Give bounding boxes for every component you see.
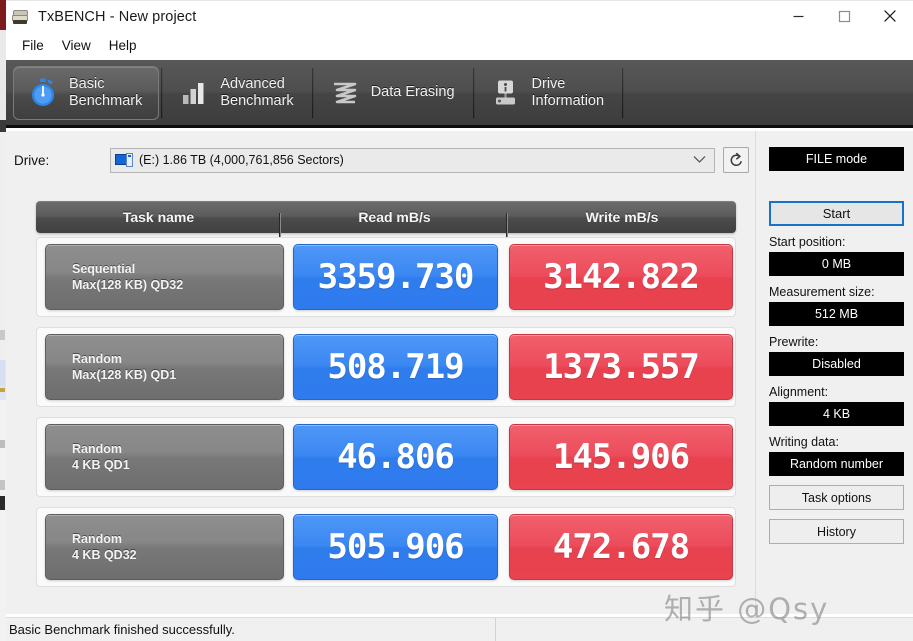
read-result-box: 3359.730 bbox=[293, 244, 498, 310]
shredder-icon bbox=[330, 77, 360, 109]
table-row: Random Max(128 KB) QD1 508.719 1373.557 bbox=[36, 327, 736, 407]
maximize-button[interactable] bbox=[821, 0, 867, 32]
txbench-window: TxBENCH - New project File View Help Bas… bbox=[0, 0, 913, 641]
panel-divider bbox=[755, 131, 756, 614]
minimize-button[interactable] bbox=[775, 0, 821, 32]
tab-divider bbox=[622, 67, 625, 118]
tab-bar: Basic Benchmark Advanced Benchmark Data … bbox=[3, 60, 913, 128]
task-name-label: Sequential Max(128 KB) QD32 bbox=[72, 262, 184, 292]
alignment-value[interactable]: 4 KB bbox=[769, 402, 904, 426]
close-button[interactable] bbox=[867, 0, 913, 32]
main-content: Drive: (E:) 1.86 TB (4,000,761,856 Secto… bbox=[3, 131, 913, 614]
tab-advanced-benchmark[interactable]: Advanced Benchmark bbox=[165, 66, 309, 120]
task-name-label: Random 4 KB QD1 bbox=[72, 442, 130, 472]
write-result-box: 472.678 bbox=[509, 514, 733, 580]
tab-basic-benchmark[interactable]: Basic Benchmark bbox=[13, 65, 160, 120]
drive-label: Drive: bbox=[14, 152, 50, 168]
tab-divider bbox=[311, 67, 314, 118]
mode-indicator[interactable]: FILE mode bbox=[769, 147, 904, 171]
close-icon bbox=[884, 10, 896, 22]
drive-selector-row: Drive: (E:) 1.86 TB (4,000,761,856 Secto… bbox=[14, 145, 749, 175]
write-value: 3142.822 bbox=[543, 257, 700, 297]
history-button[interactable]: History bbox=[769, 519, 904, 544]
app-icon bbox=[12, 8, 30, 26]
tab-drive-information-label: Drive Information bbox=[531, 76, 605, 109]
window-title: TxBENCH - New project bbox=[38, 8, 197, 25]
write-result-box: 1373.557 bbox=[509, 334, 733, 400]
read-result-box: 46.806 bbox=[293, 424, 498, 490]
read-value: 505.906 bbox=[327, 527, 464, 567]
read-result-box: 508.719 bbox=[293, 334, 498, 400]
task-options-button[interactable]: Task options bbox=[769, 485, 904, 510]
write-value: 145.906 bbox=[552, 437, 690, 477]
table-row: Random 4 KB QD1 46.806 145.906 bbox=[36, 417, 736, 497]
chevron-down-icon bbox=[693, 151, 706, 169]
measurement-size-value[interactable]: 512 MB bbox=[769, 302, 904, 326]
tab-data-erasing[interactable]: Data Erasing bbox=[316, 66, 471, 120]
results-table-header: Task name Read mB/s Write mB/s bbox=[36, 201, 736, 237]
window-controls bbox=[775, 0, 913, 33]
prewrite-value[interactable]: Disabled bbox=[769, 352, 904, 376]
task-button[interactable]: Random 4 KB QD32 bbox=[45, 514, 284, 580]
write-value: 1373.557 bbox=[543, 347, 700, 387]
maximize-icon bbox=[838, 10, 850, 22]
title-bar: TxBENCH - New project bbox=[3, 0, 913, 32]
column-header-read: Read mB/s bbox=[279, 209, 508, 237]
task-button[interactable]: Random 4 KB QD1 bbox=[45, 424, 284, 490]
task-button[interactable]: Random Max(128 KB) QD1 bbox=[45, 334, 284, 400]
write-value: 472.678 bbox=[552, 527, 690, 567]
start-position-value[interactable]: 0 MB bbox=[769, 252, 904, 276]
start-button[interactable]: Start bbox=[769, 201, 904, 226]
measurement-size-label: Measurement size: bbox=[769, 285, 875, 299]
tab-advanced-benchmark-label: Advanced Benchmark bbox=[220, 76, 294, 109]
tab-data-erasing-label: Data Erasing bbox=[370, 84, 455, 101]
column-header-write: Write mB/s bbox=[506, 209, 736, 237]
writing-data-value[interactable]: Random number bbox=[769, 452, 904, 476]
alignment-label: Alignment: bbox=[769, 385, 829, 399]
tab-basic-benchmark-label: Basic Benchmark bbox=[69, 76, 143, 109]
task-name-label: Random 4 KB QD32 bbox=[72, 532, 137, 562]
minimize-icon bbox=[793, 15, 803, 17]
stopwatch-icon bbox=[28, 77, 58, 109]
write-result-box: 145.906 bbox=[509, 424, 733, 490]
tab-divider bbox=[472, 67, 475, 118]
menu-bar: File View Help bbox=[3, 32, 913, 58]
menu-item-view[interactable]: View bbox=[53, 36, 100, 55]
drive-selected-value: (E:) 1.86 TB (4,000,761,856 Sectors) bbox=[139, 153, 344, 167]
read-value: 508.719 bbox=[327, 347, 464, 387]
write-result-box: 3142.822 bbox=[509, 244, 733, 310]
menu-item-file[interactable]: File bbox=[13, 36, 53, 55]
read-value: 3359.730 bbox=[317, 257, 475, 297]
task-name-label: Random Max(128 KB) QD1 bbox=[72, 352, 177, 382]
table-row: Random 4 KB QD32 505.906 472.678 bbox=[36, 507, 736, 587]
results-list: Sequential Max(128 KB) QD32 3359.730 314… bbox=[36, 237, 736, 597]
refresh-icon bbox=[730, 152, 742, 166]
status-message: Basic Benchmark finished successfully. bbox=[9, 622, 235, 637]
read-result-box: 505.906 bbox=[293, 514, 498, 580]
status-divider bbox=[495, 617, 496, 641]
drive-select[interactable]: (E:) 1.86 TB (4,000,761,856 Sectors) bbox=[110, 147, 715, 173]
drive-icon bbox=[115, 152, 134, 168]
bar-chart-icon bbox=[179, 77, 209, 109]
tab-divider bbox=[161, 67, 164, 118]
drive-info-icon bbox=[491, 77, 521, 109]
start-position-label: Start position: bbox=[769, 235, 846, 249]
status-bar: Basic Benchmark finished successfully. bbox=[3, 617, 913, 641]
options-sidebar: FILE mode Start Start position: 0 MB Mea… bbox=[760, 131, 913, 614]
column-header-write-label: Write mB/s bbox=[585, 209, 659, 225]
background-window-marks bbox=[0, 330, 5, 610]
refresh-button[interactable] bbox=[723, 147, 749, 173]
menu-item-help[interactable]: Help bbox=[100, 36, 146, 55]
writing-data-label: Writing data: bbox=[769, 435, 839, 449]
prewrite-label: Prewrite: bbox=[769, 335, 819, 349]
column-header-read-label: Read mB/s bbox=[358, 209, 431, 225]
tab-drive-information[interactable]: Drive Information bbox=[477, 66, 621, 120]
task-button[interactable]: Sequential Max(128 KB) QD32 bbox=[45, 244, 284, 310]
column-header-task-name: Task name bbox=[122, 209, 195, 225]
table-row: Sequential Max(128 KB) QD32 3359.730 314… bbox=[36, 237, 736, 317]
read-value: 46.806 bbox=[337, 437, 455, 477]
